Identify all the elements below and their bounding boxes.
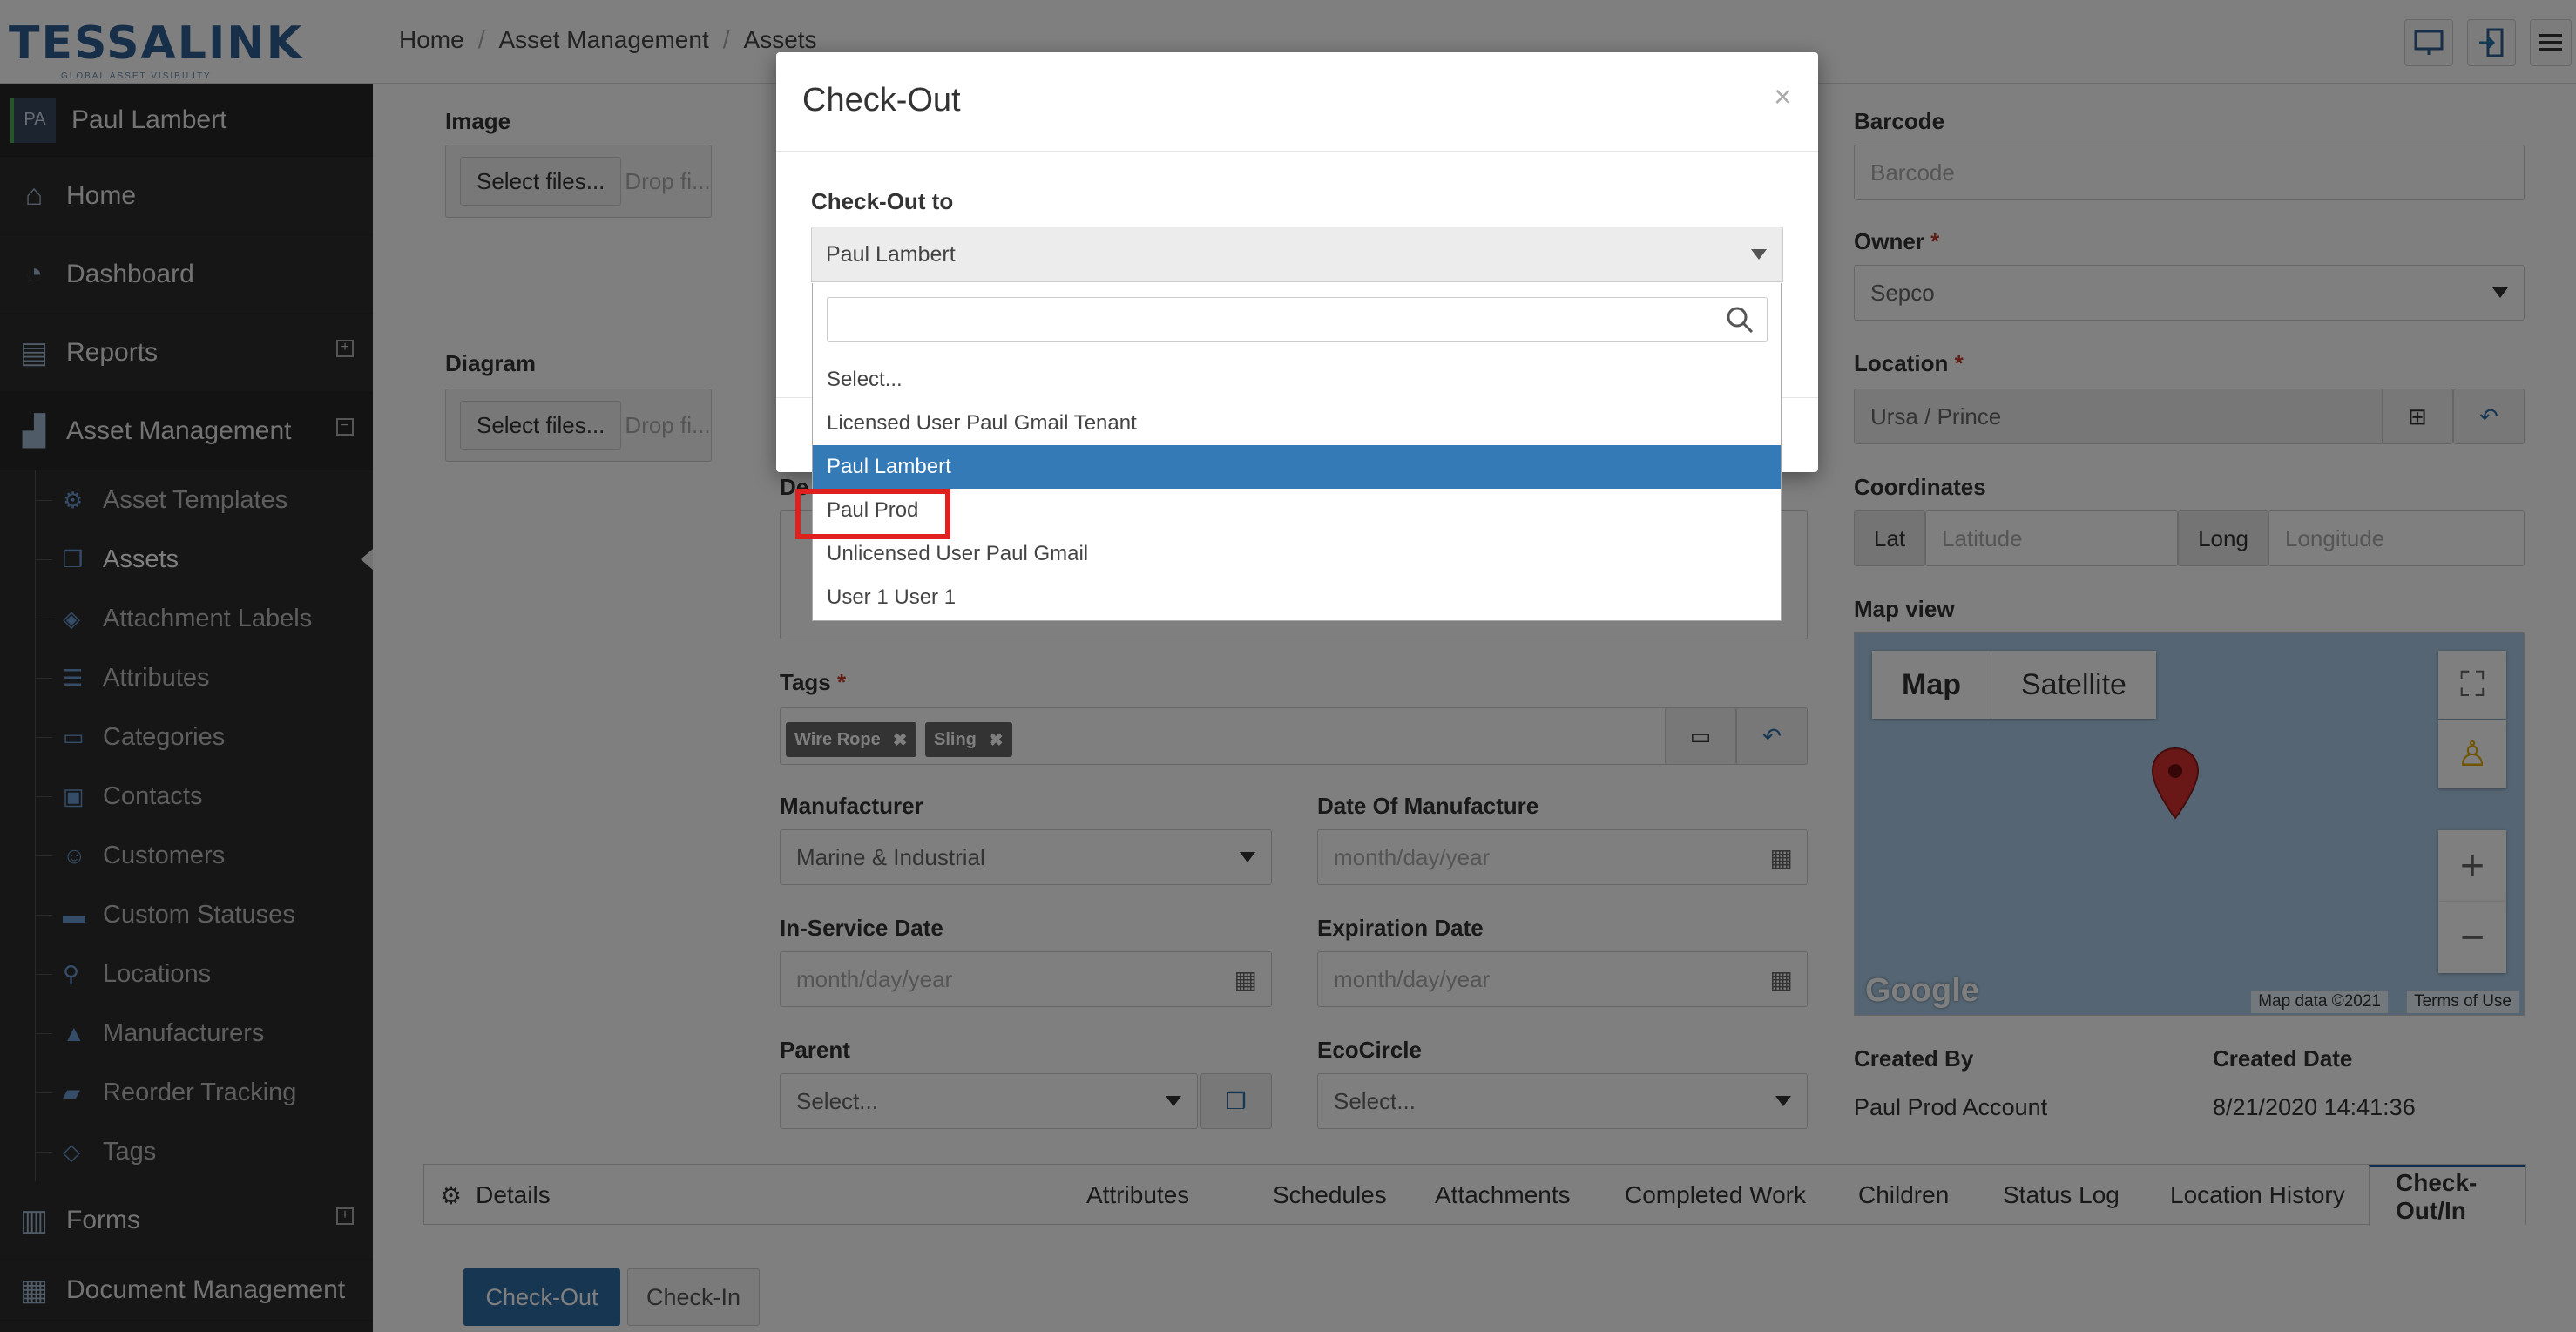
option-unlicensed-user-paul-gmail[interactable]: Unlicensed User Paul Gmail <box>813 532 1781 576</box>
option-licensed-user-paul-gmail-tenant[interactable]: Licensed User Paul Gmail Tenant <box>813 402 1781 445</box>
selected-user: Paul Lambert <box>826 241 956 267</box>
search-icon <box>1727 307 1754 334</box>
user-dropdown-list: Select... Licensed User Paul Gmail Tenan… <box>812 283 1782 621</box>
dropdown-search <box>827 297 1768 342</box>
option-select[interactable]: Select... <box>813 358 1781 402</box>
check-out-to-label: Check-Out to <box>811 188 954 214</box>
modal-header: Check-Out × <box>776 52 1818 152</box>
check-out-to-select[interactable]: Paul Lambert <box>811 227 1783 282</box>
modal-title: Check-Out <box>802 82 961 118</box>
annotation-highlight <box>795 489 950 539</box>
dropdown-search-input[interactable] <box>828 298 1767 341</box>
option-user-1-user-1[interactable]: User 1 User 1 <box>813 576 1781 619</box>
close-icon[interactable]: × <box>1774 78 1792 115</box>
chevron-down-icon <box>1751 249 1767 260</box>
option-paul-prod[interactable]: Paul Prod <box>813 489 1781 532</box>
option-paul-lambert[interactable]: Paul Lambert <box>813 445 1781 489</box>
